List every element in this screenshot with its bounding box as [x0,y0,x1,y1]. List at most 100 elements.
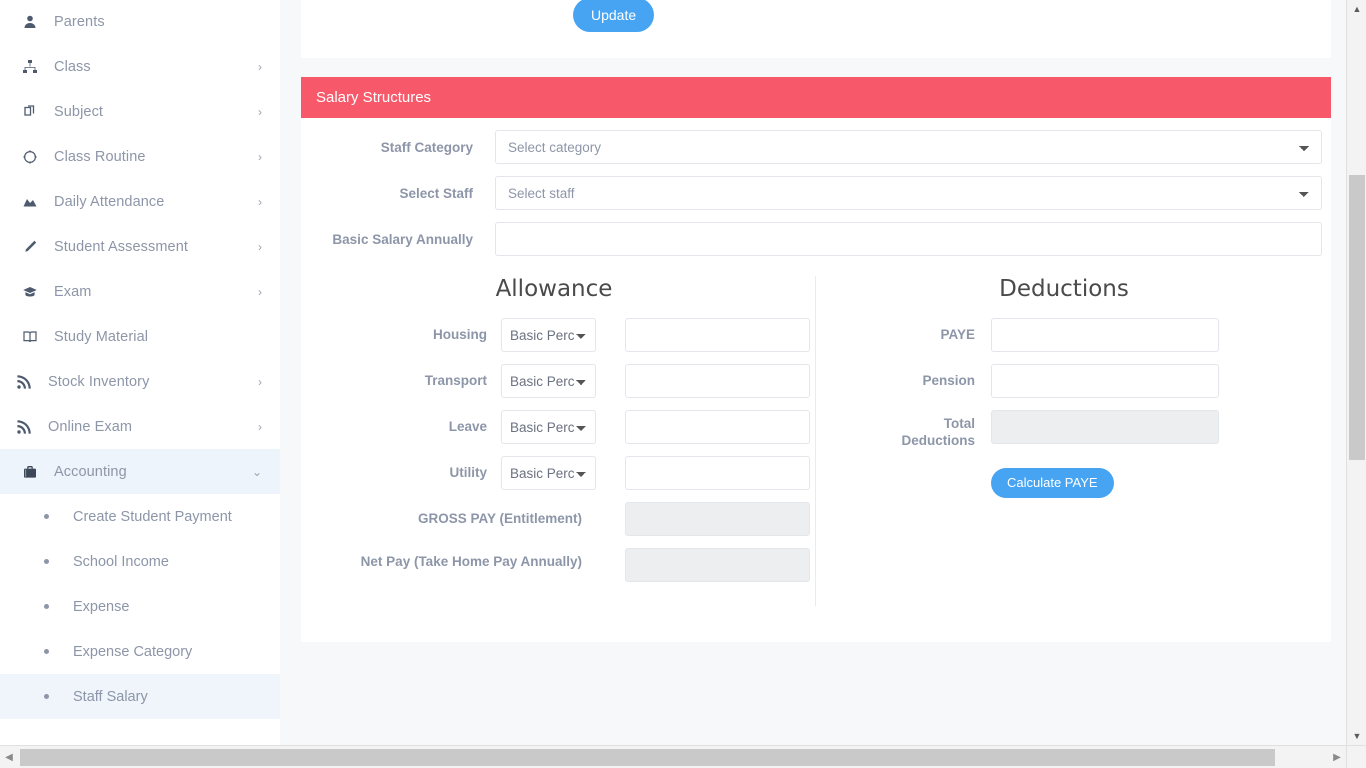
briefcase-icon [22,464,48,480]
sidebar-item-accounting[interactable]: Accounting ⌄ [0,449,280,494]
sidebar-subitem-create-student-payment[interactable]: Create Student Payment [0,494,280,539]
sidebar-subitem-expense-category[interactable]: Expense Category [0,629,280,674]
leave-mode-select[interactable]: Basic Percentage [501,410,596,444]
update-button[interactable]: Update [573,0,654,32]
chevron-right-icon: › [258,196,262,208]
sidebar-item-label: Online Exam [42,419,258,435]
sidebar-item-label: Parents [48,14,262,30]
horizontal-scrollbar-thumb[interactable] [20,749,1275,766]
sidebar-item-class[interactable]: Class › [0,44,280,89]
scroll-left-arrow-icon[interactable]: ◀ [0,746,18,768]
sidebar-item-online-exam[interactable]: Online Exam › [0,404,280,449]
salary-structures-card: Salary Structures Staff Category Select … [301,77,1331,642]
allowance-row-leave: Leave Basic Percentage [311,410,811,444]
previous-form-card: Update [301,0,1331,58]
sidebar-item-label: Class Routine [48,149,258,165]
select-staff-select[interactable]: Select staff [495,176,1322,210]
layers-icon [22,104,48,120]
transport-value-input[interactable] [625,364,810,398]
sidebar-subitem-label: Expense Category [73,644,192,660]
chevron-right-icon: › [258,286,262,298]
chevron-right-icon: › [258,421,262,433]
rss-icon [16,419,42,435]
pension-input[interactable] [991,364,1219,398]
scroll-down-arrow-icon[interactable]: ▼ [1347,727,1366,745]
allowance-title: Allowance [311,276,811,302]
allowance-row-utility: Utility Basic Percentage [311,456,811,490]
salary-structures-header: Salary Structures [301,77,1331,118]
housing-value-input[interactable] [625,318,810,352]
horizontal-scrollbar[interactable]: ◀ ▶ [0,745,1346,768]
allowance-row-gross-pay: GROSS PAY (Entitlement) [311,502,811,536]
net-pay-label: Net Pay (Take Home Pay Annually) [311,548,596,571]
bar-chart-icon [22,194,48,210]
column-divider [815,276,816,606]
net-pay-input [625,548,810,582]
paye-input[interactable] [991,318,1219,352]
sidebar-item-daily-attendance[interactable]: Daily Attendance › [0,179,280,224]
sidebar-item-label: Accounting [48,464,252,480]
deductions-column: Deductions PAYE Pension Total Deductions [821,276,1321,498]
form-row-select-staff: Select Staff Select staff [301,176,1331,210]
sidebar-subitem-expense[interactable]: Expense [0,584,280,629]
housing-mode-select[interactable]: Basic Percentage [501,318,596,352]
sidebar-subitem-school-income[interactable]: School Income [0,539,280,584]
sitemap-icon [22,59,48,75]
total-deductions-input [991,410,1219,444]
pencil-icon [22,239,48,255]
leave-label: Leave [311,419,501,436]
sidebar-item-stock-inventory[interactable]: Stock Inventory › [0,359,280,404]
utility-value-input[interactable] [625,456,810,490]
sidebar-item-label: Study Material [48,329,262,345]
allowance-row-net-pay: Net Pay (Take Home Pay Annually) [311,548,811,582]
bullet-icon [44,514,49,519]
leave-value-input[interactable] [625,410,810,444]
deductions-title: Deductions [821,276,1321,302]
book-icon [22,329,48,345]
basic-salary-annually-input[interactable] [495,222,1322,256]
utility-mode-select[interactable]: Basic Percentage [501,456,596,490]
sidebar-item-label: Class [48,59,258,75]
sidebar-item-student-assessment[interactable]: Student Assessment › [0,224,280,269]
sidebar: The School Team › Parents Class › Subjec… [0,0,280,745]
select-staff-label: Select Staff [315,186,495,201]
sidebar-item-parents[interactable]: Parents [0,0,280,44]
gross-pay-input [625,502,810,536]
chevron-right-icon: › [258,151,262,163]
chevron-down-icon: ⌄ [252,466,262,478]
chevron-right-icon: › [258,106,262,118]
user-icon [22,14,48,30]
allowance-column: Allowance Housing Basic Percentage Trans… [311,276,811,594]
sidebar-item-study-material[interactable]: Study Material [0,314,280,359]
pension-label: Pension [821,373,991,390]
sidebar-subitem-staff-salary[interactable]: Staff Salary [0,674,280,719]
scroll-up-arrow-icon[interactable]: ▲ [1347,0,1366,18]
sidebar-subitem-label: Expense [73,599,129,615]
allowance-row-housing: Housing Basic Percentage [311,318,811,352]
calculate-paye-button[interactable]: Calculate PAYE [991,468,1114,498]
bullet-icon [44,559,49,564]
transport-mode-select[interactable]: Basic Percentage [501,364,596,398]
sidebar-item-exam[interactable]: Exam › [0,269,280,314]
chevron-right-icon: › [258,376,262,388]
vertical-scrollbar-thumb[interactable] [1349,175,1365,460]
scroll-right-arrow-icon[interactable]: ▶ [1328,746,1346,768]
panel-title: Salary Structures [316,89,431,106]
paye-label: PAYE [821,327,991,344]
deductions-row-paye: PAYE [821,318,1321,352]
staff-category-select[interactable]: Select category [495,130,1322,164]
sidebar-item-label: Daily Attendance [48,194,258,210]
utility-label: Utility [311,465,501,482]
compass-icon [22,149,48,165]
bullet-icon [44,604,49,609]
total-deductions-label: Total Deductions [876,410,991,450]
main-content: Update Salary Structures Staff Category … [280,0,1346,745]
sidebar-item-label: Exam [48,284,258,300]
sidebar-item-subject[interactable]: Subject › [0,89,280,134]
deductions-row-pension: Pension [821,364,1321,398]
sidebar-item-class-routine[interactable]: Class Routine › [0,134,280,179]
transport-label: Transport [311,373,501,390]
vertical-scrollbar[interactable]: ▲ ▼ [1346,0,1366,745]
salary-structures-body: Staff Category Select category Select St… [301,118,1331,642]
allowance-deductions-section: Allowance Housing Basic Percentage Trans… [301,276,1331,616]
